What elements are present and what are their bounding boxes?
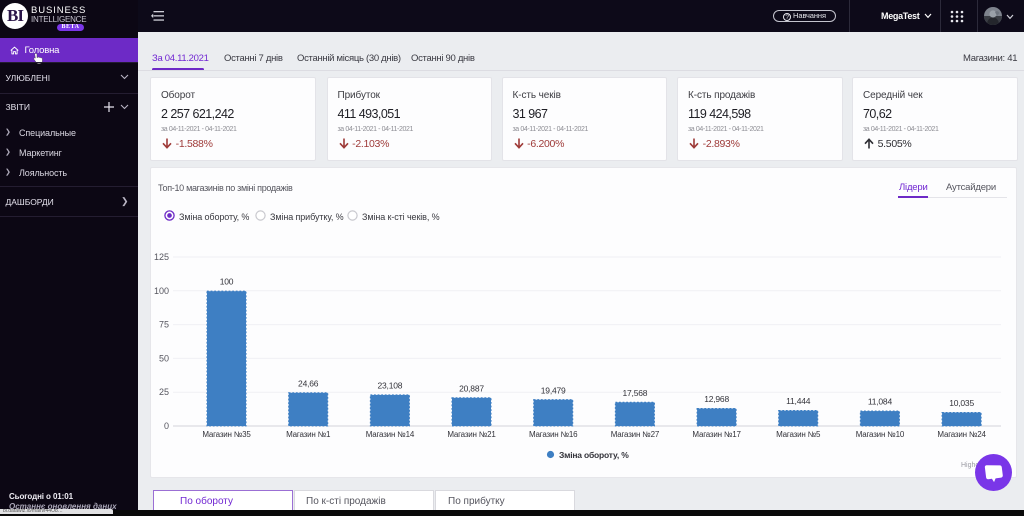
svg-text:100: 100 (220, 276, 234, 286)
svg-text:Магазин №10: Магазин №10 (856, 430, 905, 439)
svg-text:50: 50 (159, 353, 169, 363)
svg-text:23,108: 23,108 (377, 380, 402, 390)
svg-text:Магазин №35: Магазин №35 (202, 430, 251, 439)
svg-text:0: 0 (164, 421, 169, 431)
svg-text:19,479: 19,479 (541, 385, 566, 395)
svg-text:100: 100 (154, 286, 169, 296)
svg-text:75: 75 (159, 320, 169, 330)
svg-text:125: 125 (154, 252, 169, 262)
svg-text:11,084: 11,084 (868, 397, 893, 407)
svg-text:Магазин №5: Магазин №5 (776, 430, 821, 439)
svg-text:Магазин №17: Магазин №17 (692, 430, 741, 439)
svg-text:10,035: 10,035 (949, 398, 974, 408)
svg-text:Магазин №16: Магазин №16 (529, 430, 578, 439)
svg-text:20,887: 20,887 (459, 383, 484, 393)
svg-text:Магазин №1: Магазин №1 (286, 430, 331, 439)
svg-text:Магазин №24: Магазин №24 (937, 430, 986, 439)
svg-text:Магазин №27: Магазин №27 (611, 430, 660, 439)
svg-text:12,968: 12,968 (704, 394, 729, 404)
svg-text:Зміна обороту, %: Зміна обороту, % (559, 450, 629, 460)
svg-text:Магазин №21: Магазин №21 (447, 430, 496, 439)
svg-text:11,444: 11,444 (786, 396, 811, 406)
svg-text:25: 25 (159, 387, 169, 397)
svg-text:Магазин №14: Магазин №14 (366, 430, 415, 439)
svg-text:17,568: 17,568 (622, 388, 647, 398)
svg-text:24,66: 24,66 (298, 378, 319, 388)
